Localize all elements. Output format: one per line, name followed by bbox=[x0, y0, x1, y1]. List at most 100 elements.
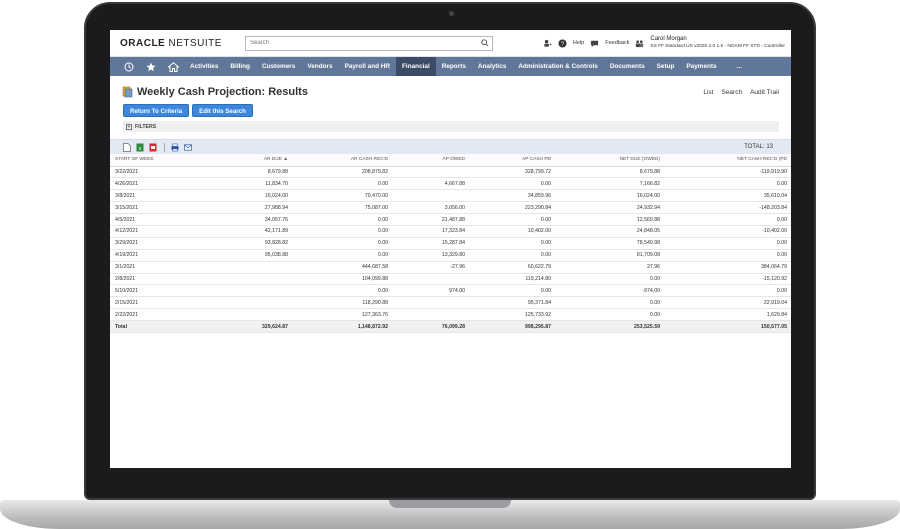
search-link[interactable]: Search bbox=[721, 89, 742, 96]
table-cell: 125,733.92 bbox=[469, 308, 555, 322]
col-start-of-week[interactable]: START OF WEEK bbox=[110, 154, 192, 167]
return-to-criteria-button[interactable]: Return To Criteria bbox=[123, 104, 190, 117]
table-cell: 0.00 bbox=[555, 296, 664, 310]
user-roles-icon[interactable] bbox=[635, 39, 644, 48]
audit-trail-link[interactable]: Audit Trail bbox=[750, 89, 779, 96]
table-cell: 24,848.05 bbox=[555, 225, 664, 238]
export-excel-icon[interactable]: x bbox=[136, 143, 144, 152]
camera-icon bbox=[449, 11, 454, 16]
col-net-due-owed[interactable]: NET DUE (OWED) bbox=[555, 154, 664, 167]
nav-documents[interactable]: Documents bbox=[604, 57, 651, 76]
table-cell: 75,087.00 bbox=[292, 201, 392, 215]
table-cell bbox=[392, 308, 469, 322]
table-cell: 0.00 bbox=[664, 249, 791, 262]
col-ap-owed[interactable]: AP OWED bbox=[392, 154, 469, 167]
new-document-icon[interactable] bbox=[123, 142, 131, 152]
table-cell: 0.00 bbox=[555, 308, 664, 322]
recent-icon[interactable] bbox=[118, 57, 140, 76]
global-search bbox=[245, 35, 493, 51]
table-cell: 119,214.80 bbox=[469, 273, 555, 286]
table-cell: 3/22/2021 bbox=[110, 166, 192, 179]
col-ar-cash-recd[interactable]: AR CASH REC'D bbox=[292, 154, 392, 167]
table-cell: 8,679.88 bbox=[192, 166, 292, 179]
page-title: Weekly Cash Projection: Results bbox=[137, 86, 308, 98]
table-row: 5/10/2021 0.00 974.00 0.00 -974.00 0.00 bbox=[110, 284, 791, 298]
table-cell: 0.00 bbox=[469, 213, 555, 226]
netsuite-logo[interactable]: ORACLE NETSUITE bbox=[120, 38, 245, 49]
table-cell: 444,687.58 bbox=[292, 261, 392, 274]
table-cell: 0.00 bbox=[292, 237, 392, 250]
help-link[interactable]: Help bbox=[573, 40, 584, 46]
results-toolbar: x TOTAL: 13 bbox=[110, 139, 791, 154]
col-net-cash-recd[interactable]: NET CASH REC'D (PD bbox=[664, 154, 791, 167]
table-cell: 78,540.98 bbox=[555, 237, 664, 250]
table-cell: 118,290.88 bbox=[292, 296, 392, 310]
table-cell: 3/29/2021 bbox=[110, 237, 192, 250]
table-cell bbox=[392, 189, 469, 203]
search-icon[interactable] bbox=[481, 38, 489, 47]
nav-payments[interactable]: Payments bbox=[680, 57, 722, 76]
nav-more[interactable]: ... bbox=[731, 57, 748, 76]
nav-vendors[interactable]: Vendors bbox=[301, 57, 338, 76]
table-cell: 2/22/2021 bbox=[110, 308, 192, 322]
home-icon[interactable] bbox=[162, 57, 184, 76]
table-cell: 127,363.76 bbox=[292, 308, 392, 322]
table-cell: 0.00 bbox=[292, 225, 392, 238]
search-input[interactable] bbox=[246, 36, 476, 50]
col-ap-cash-pd[interactable]: AP CASH PD bbox=[469, 154, 555, 167]
table-cell: 0.00 bbox=[664, 213, 791, 226]
table-cell: 27,988.94 bbox=[192, 201, 292, 215]
nav-payroll-hr[interactable]: Payroll and HR bbox=[339, 57, 396, 76]
create-new-icon[interactable] bbox=[543, 39, 552, 48]
nav-financial[interactable]: Financial bbox=[396, 57, 436, 76]
table-cell: 2/15/2021 bbox=[110, 296, 192, 310]
page-header: Weekly Cash Projection: Results List Sea… bbox=[110, 81, 791, 103]
table-cell: 0.00 bbox=[469, 249, 555, 262]
nav-activities[interactable]: Activities bbox=[184, 57, 224, 76]
table-cell: 7,166.82 bbox=[555, 177, 664, 191]
table-row: 3/1/2021 444,687.58 -27.96 60,622.79 27.96 38… bbox=[110, 261, 791, 274]
col-ar-due[interactable]: AR DUE ▲ bbox=[192, 154, 292, 167]
table-cell: 10,402.00 bbox=[469, 225, 555, 238]
toolbar-divider bbox=[164, 142, 165, 152]
export-pdf-icon[interactable] bbox=[149, 143, 157, 152]
table-cell: -27.96 bbox=[392, 261, 469, 274]
nav-administration[interactable]: Administration & Controls bbox=[512, 57, 604, 76]
table-cell: 4/5/2021 bbox=[110, 213, 192, 226]
table-cell: 0.00 bbox=[555, 273, 664, 286]
table-row: 3/8/2021 16,024.00 70,470.00 34,859.96 16,02… bbox=[110, 189, 791, 203]
table-cell: 27.96 bbox=[555, 261, 664, 274]
star-icon[interactable] bbox=[140, 57, 162, 76]
table-cell: 4,667.88 bbox=[392, 177, 469, 191]
nav-customers[interactable]: Customers bbox=[256, 57, 301, 76]
feedback-link[interactable]: Feedback bbox=[605, 40, 629, 46]
nav-analytics[interactable]: Analytics bbox=[472, 57, 512, 76]
table-cell: 0.00 bbox=[664, 237, 791, 250]
table-row: 4/5/2021 34,057.76 0.00 21,487.88 0.00 12,569… bbox=[110, 213, 791, 226]
user-menu[interactable]: Carol Morgan SS FF Standard US v2020.2.0… bbox=[650, 36, 785, 50]
expand-icon: + bbox=[126, 123, 132, 130]
table-cell bbox=[192, 273, 292, 286]
help-icon[interactable]: ? bbox=[558, 38, 567, 48]
nav-billing[interactable]: Billing bbox=[224, 57, 256, 76]
filters-toggle[interactable]: + FILTERS bbox=[123, 121, 779, 132]
table-cell: 0.00 bbox=[292, 249, 392, 262]
nav-setup[interactable]: Setup bbox=[651, 57, 681, 76]
table-cell: 998,295.87 bbox=[469, 320, 555, 333]
table-cell: 4/12/2021 bbox=[110, 225, 192, 238]
table-cell: 12,569.88 bbox=[555, 213, 664, 226]
print-icon[interactable] bbox=[171, 143, 179, 152]
user-name: Carol Morgan bbox=[650, 36, 687, 42]
table-cell: 329,624.87 bbox=[192, 320, 292, 333]
table-cell bbox=[392, 273, 469, 286]
table-cell bbox=[192, 284, 292, 298]
table-cell: 0.00 bbox=[292, 284, 392, 298]
nav-reports[interactable]: Reports bbox=[436, 57, 472, 76]
feedback-icon[interactable] bbox=[590, 39, 599, 48]
edit-search-button[interactable]: Edit this Search bbox=[192, 104, 253, 117]
table-cell: 95,038.88 bbox=[192, 249, 292, 262]
email-icon[interactable] bbox=[184, 143, 192, 152]
list-link[interactable]: List bbox=[703, 89, 713, 96]
table-header-row: START OF WEEK AR DUE ▲ AR CASH REC'D AP … bbox=[110, 154, 791, 167]
table-cell: 3,056.00 bbox=[392, 201, 469, 215]
